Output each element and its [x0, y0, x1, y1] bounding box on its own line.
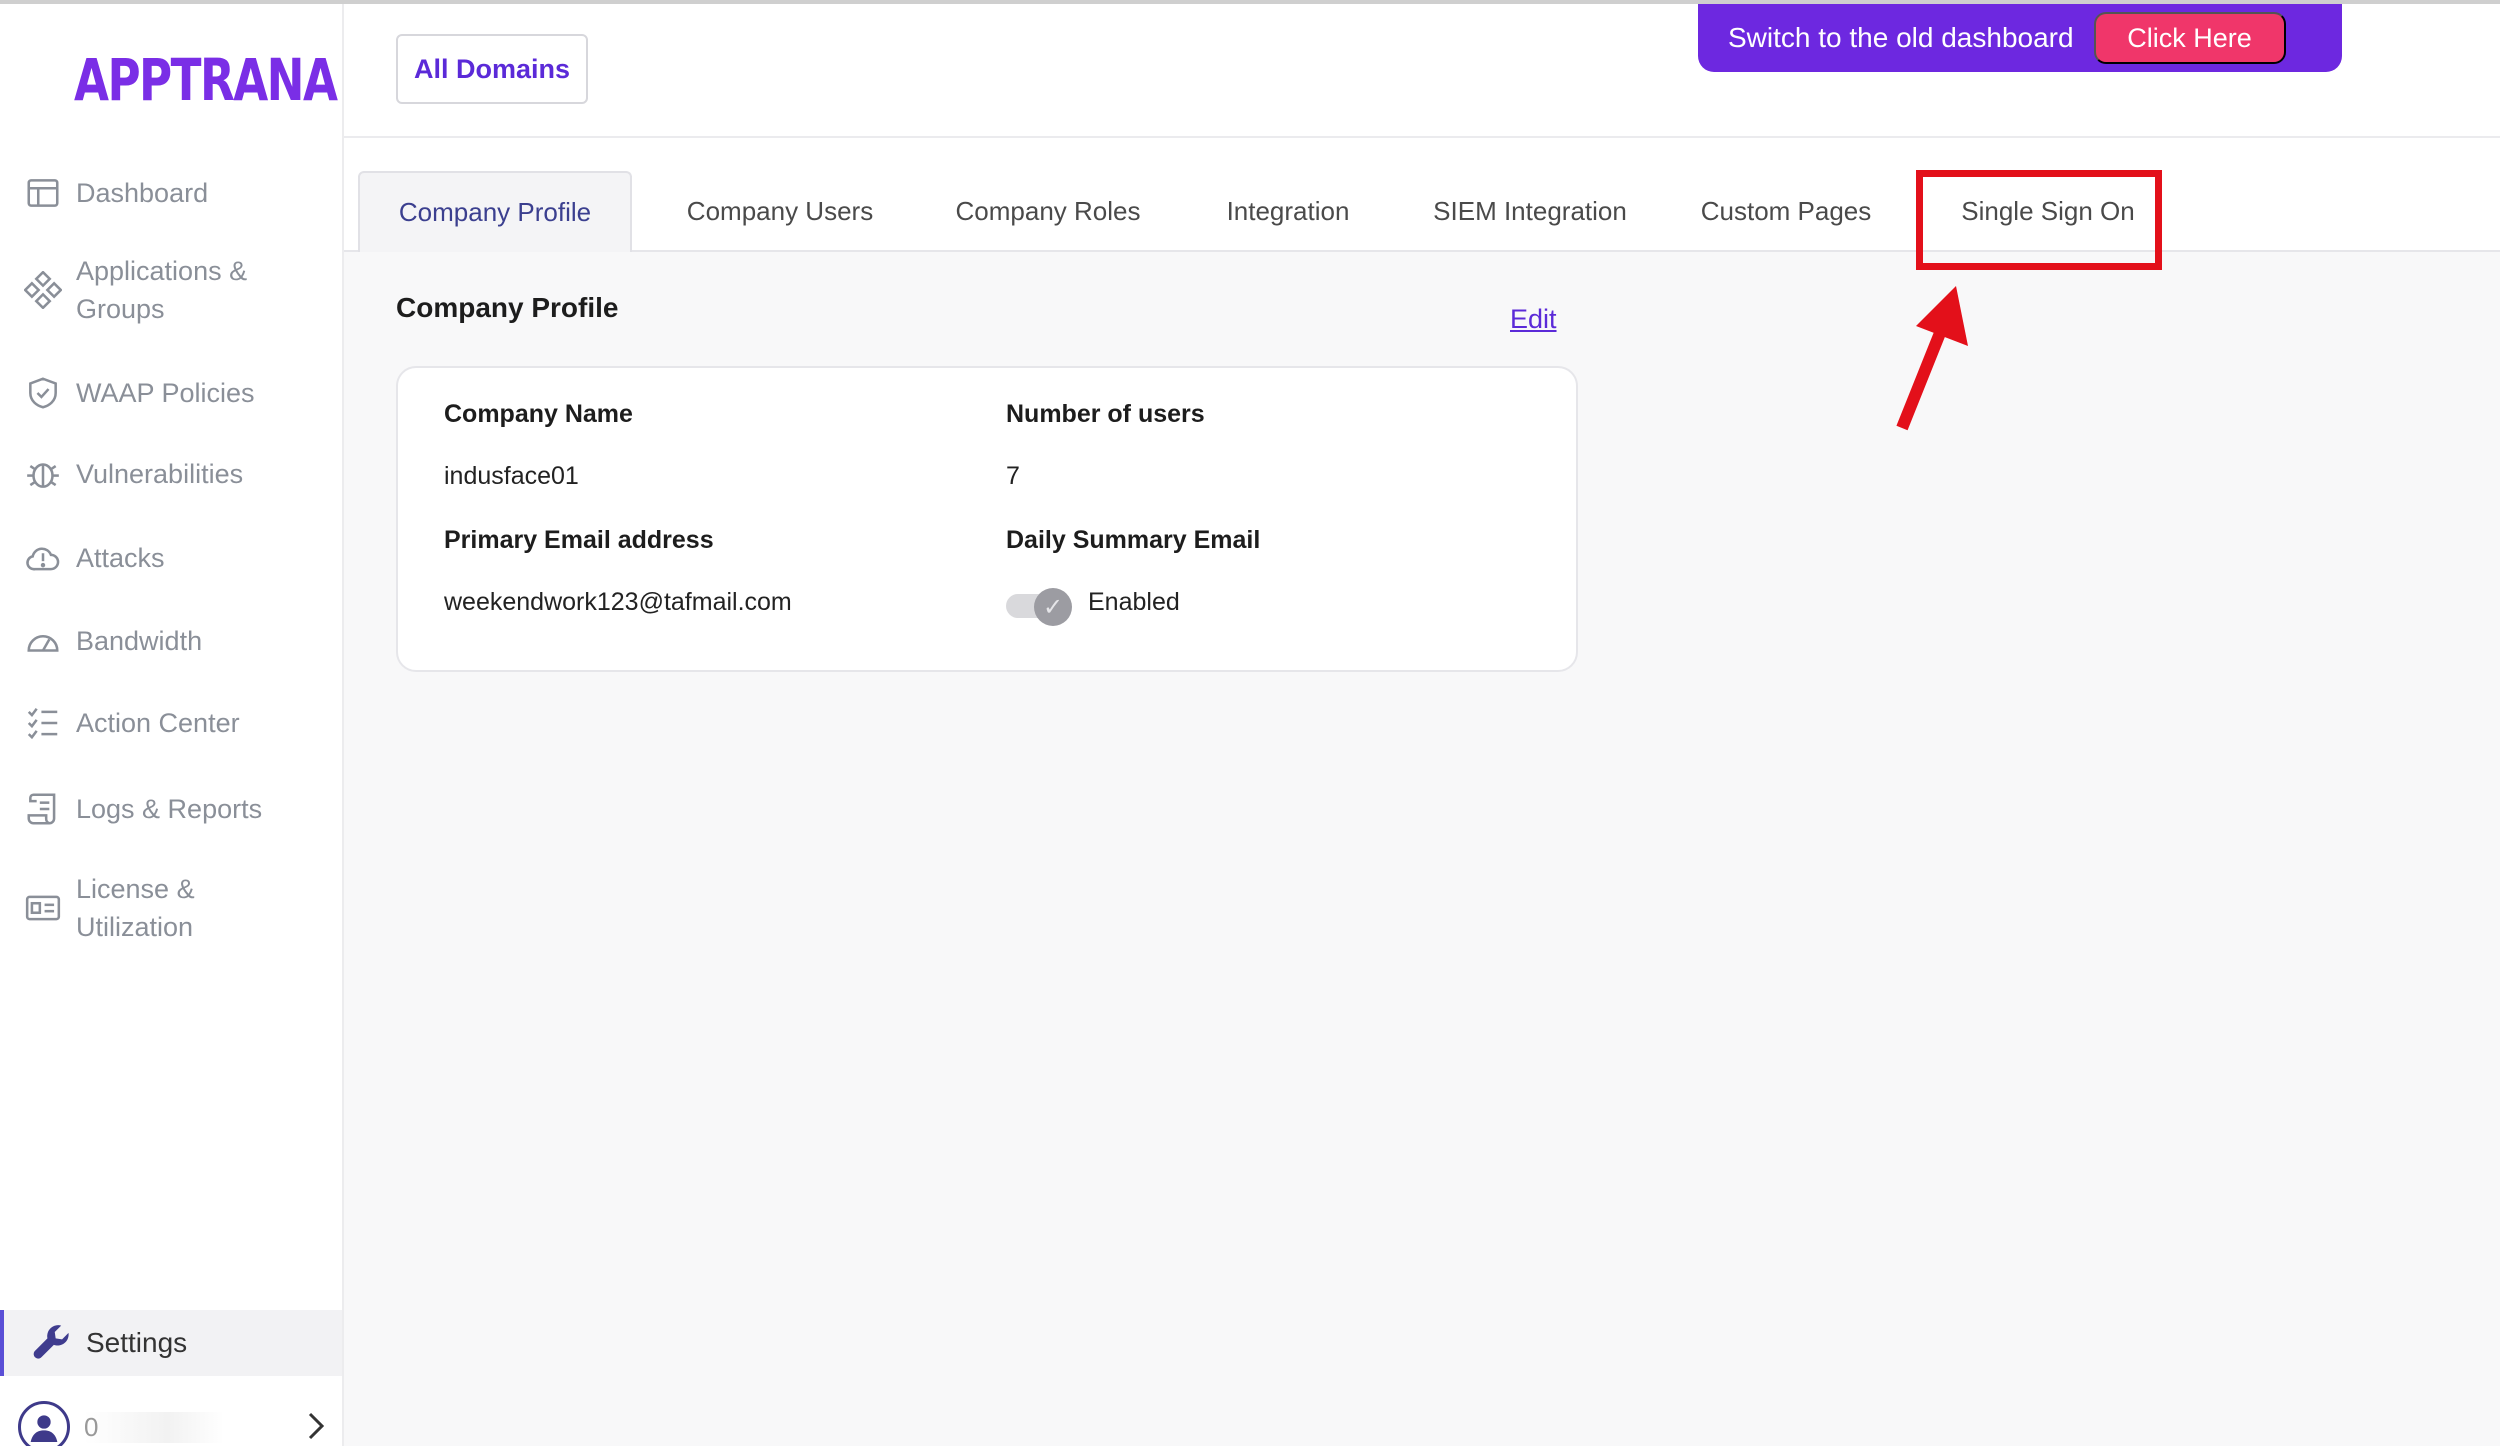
sidebar-item-dashboard[interactable]: Dashboard: [22, 172, 208, 214]
sidebar-item-settings[interactable]: Settings: [0, 1310, 342, 1376]
tab-custom-pages[interactable]: Custom Pages: [1676, 171, 1896, 252]
sso-highlight-box: [1916, 170, 2162, 270]
tab-company-profile[interactable]: Company Profile: [358, 171, 632, 252]
settings-label: Settings: [86, 1327, 188, 1358]
sidebar-item-logs-reports[interactable]: Logs & Reports: [22, 788, 262, 830]
bug-icon: [22, 453, 64, 495]
dashboard-icon: [22, 172, 64, 214]
sidebar-item-label: License & Utilization: [76, 874, 195, 942]
users-value: 7: [1006, 462, 1020, 490]
sidebar-item-label: Logs & Reports: [76, 794, 263, 824]
sidebar-item-action-center[interactable]: Action Center: [22, 702, 240, 744]
sidebar-item-applications[interactable]: Applications & Groups: [22, 252, 247, 328]
tab-company-users[interactable]: Company Users: [662, 171, 898, 252]
sidebar-item-label: WAAP Policies: [76, 378, 255, 408]
company-profile-card: Company Name indusface01 Number of users…: [396, 366, 1578, 672]
company-name-value: indusface01: [444, 462, 579, 490]
sidebar-item-bandwidth[interactable]: Bandwidth: [22, 620, 202, 662]
sidebar-item-label: Bandwidth: [76, 626, 203, 656]
wrench-icon: [30, 1321, 74, 1365]
scroll-icon: [22, 788, 64, 830]
banner-text: Switch to the old dashboard: [1728, 22, 2074, 53]
avatar: [18, 1401, 70, 1446]
daily-summary-value: Enabled: [1088, 588, 1180, 616]
license-icon: [22, 887, 64, 929]
sidebar-item-label: Action Center: [76, 708, 240, 738]
old-dashboard-banner: Switch to the old dashboard Click Here: [1698, 4, 2342, 72]
checklist-icon: [22, 702, 64, 744]
top-header: All Domains Switch to the old dashboard …: [344, 4, 2500, 138]
user-name: 0: [84, 1411, 224, 1443]
sidebar: APPTRANA Dashboard Applications & Groups…: [0, 4, 344, 1446]
sidebar-item-vulnerabilities[interactable]: Vulnerabilities: [22, 453, 243, 495]
company-name-label: Company Name: [444, 400, 633, 428]
gauge-icon: [22, 620, 64, 662]
red-arrow-annotation: [1896, 286, 1968, 431]
apptrana-logo[interactable]: APPTRANA: [74, 46, 338, 114]
email-label: Primary Email address: [444, 526, 714, 554]
tab-siem-integration[interactable]: SIEM Integration: [1410, 171, 1650, 252]
edit-link[interactable]: Edit: [1510, 304, 1557, 335]
check-icon: ✓: [1034, 588, 1072, 626]
sidebar-item-label: Vulnerabilities: [76, 459, 244, 489]
sidebar-item-waap-policies[interactable]: WAAP Policies: [22, 372, 255, 414]
chevron-right-icon[interactable]: [304, 1408, 328, 1446]
apps-icon: [22, 269, 64, 311]
all-domains-button[interactable]: All Domains: [396, 34, 588, 104]
sidebar-item-label: Applications & Groups: [76, 256, 248, 324]
tab-integration[interactable]: Integration: [1196, 171, 1380, 252]
sidebar-item-label: Attacks: [76, 543, 165, 573]
sidebar-item-attacks[interactable]: Attacks: [22, 537, 165, 579]
cloud-alert-icon: [22, 537, 64, 579]
user-icon: [30, 1415, 58, 1442]
click-here-button[interactable]: Click Here: [2093, 12, 2286, 64]
email-value: weekendwork123@tafmail.com: [444, 588, 792, 616]
user-menu[interactable]: 0: [18, 1401, 328, 1446]
daily-summary-label: Daily Summary Email: [1006, 526, 1261, 554]
settings-tabs: Company Profile Company Users Company Ro…: [344, 138, 2500, 252]
sidebar-item-label: Dashboard: [76, 178, 209, 208]
users-label: Number of users: [1006, 400, 1205, 428]
section-title: Company Profile: [396, 292, 619, 323]
tab-company-roles[interactable]: Company Roles: [928, 171, 1168, 252]
sidebar-item-license[interactable]: License & Utilization: [22, 870, 195, 946]
shield-icon: [22, 372, 64, 414]
daily-summary-toggle[interactable]: ✓: [1006, 588, 1076, 626]
